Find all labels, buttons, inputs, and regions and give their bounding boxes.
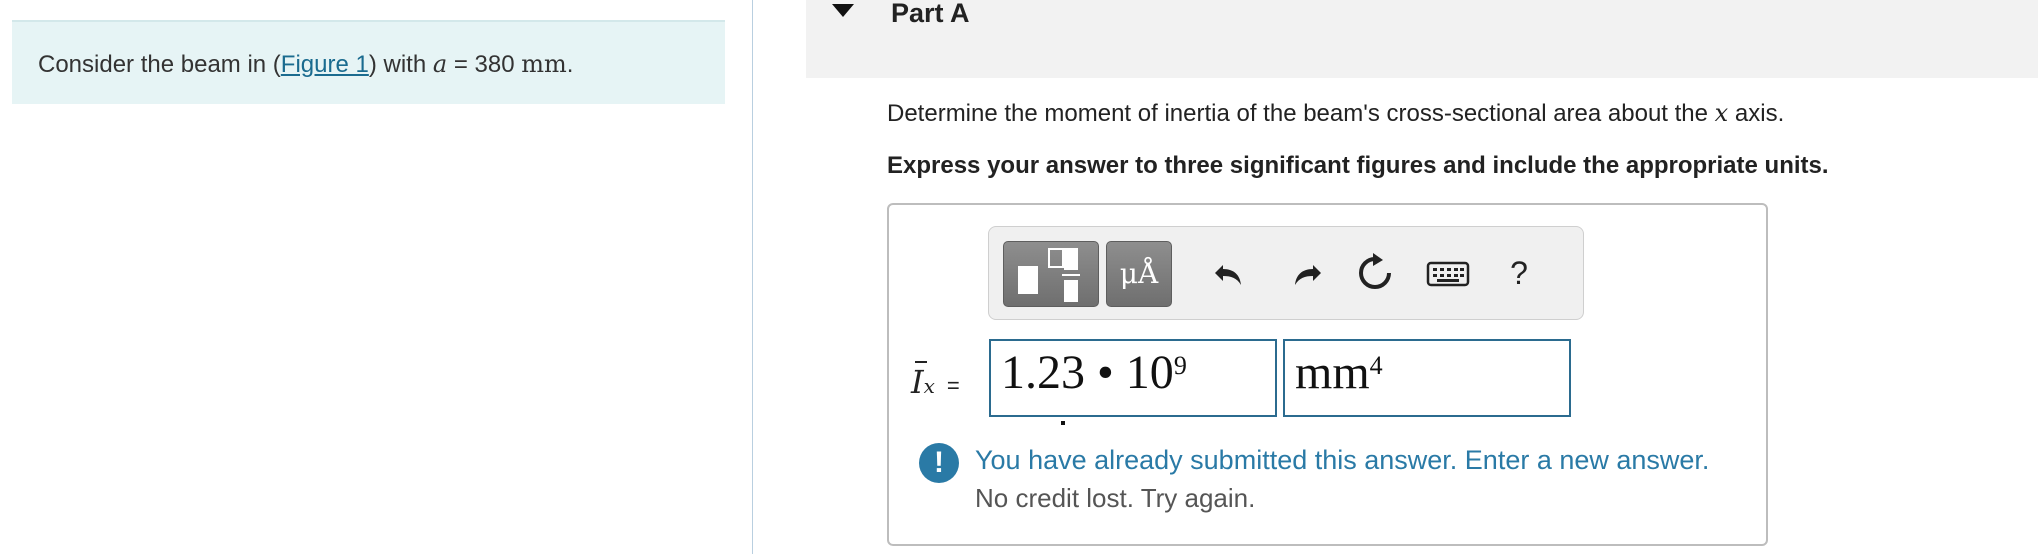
redo-icon[interactable] [1283, 251, 1327, 295]
part-a-header[interactable]: Part A [806, 0, 2038, 78]
moment-symbol: I [911, 361, 927, 401]
math-toolbar: μÅ ? [988, 226, 1584, 320]
problem-text-mid: ) with [368, 51, 433, 78]
template-box-icon [1018, 266, 1038, 294]
templates-button[interactable] [1003, 241, 1099, 307]
answer-box: μÅ ? Ix = 1.23 • 109 mm4 ! You have alrea… [887, 203, 1768, 546]
unit-base: mm [1295, 346, 1370, 399]
overbar [915, 361, 927, 363]
template-numerator-icon [1048, 248, 1064, 268]
alert-icon: ! [919, 443, 959, 483]
problem-text-suffix: . [566, 51, 574, 78]
part-title: Part A [891, 0, 970, 28]
question-text-after: axis. [1728, 100, 1785, 127]
value-exponent: 9 [1173, 351, 1187, 380]
answer-label: Ix = [911, 361, 960, 423]
problem-statement: Consider the beam in (Figure 1) with a =… [38, 50, 573, 79]
undo-icon[interactable] [1209, 251, 1253, 295]
problem-unit: mm [521, 50, 567, 78]
axis-variable: x [1714, 99, 1729, 127]
question-text-before: Determine the moment of inertia of the b… [887, 100, 1715, 127]
template-lower-icon [1064, 280, 1078, 302]
unit-exponent: 4 [1369, 351, 1383, 380]
units-input[interactable]: mm4 [1283, 339, 1571, 417]
problem-text-prefix: Consider the beam in ( [38, 51, 281, 78]
template-bar-icon [1062, 274, 1080, 276]
template-denominator-icon [1064, 248, 1078, 270]
units-button[interactable]: μÅ [1106, 241, 1172, 307]
problem-value: = 380 [447, 51, 522, 78]
question-text: Determine the moment of inertia of the b… [887, 99, 1784, 128]
value-input[interactable]: 1.23 • 109 [989, 339, 1277, 417]
feedback-submessage: No credit lost. Try again. [975, 483, 1256, 513]
reset-icon[interactable] [1353, 251, 1397, 295]
column-divider [752, 0, 753, 554]
moment-symbol-letter: I [911, 363, 924, 401]
collapse-caret-icon[interactable] [832, 4, 854, 17]
feedback-message: You have already submitted this answer. … [975, 445, 1710, 475]
equals-sign: = [946, 373, 960, 398]
keyboard-icon[interactable] [1423, 251, 1473, 295]
help-button[interactable]: ? [1497, 251, 1541, 295]
problem-statement-panel: Consider the beam in (Figure 1) with a =… [12, 20, 725, 104]
figure-1-link[interactable]: Figure 1 [281, 51, 369, 78]
cursor-marker [1061, 421, 1065, 425]
answer-instruction: Express your answer to three significant… [887, 152, 1829, 179]
moment-subscript: x [923, 374, 935, 398]
variable-a: a [432, 50, 448, 78]
value-mantissa: 1.23 • 10 [1001, 346, 1174, 399]
